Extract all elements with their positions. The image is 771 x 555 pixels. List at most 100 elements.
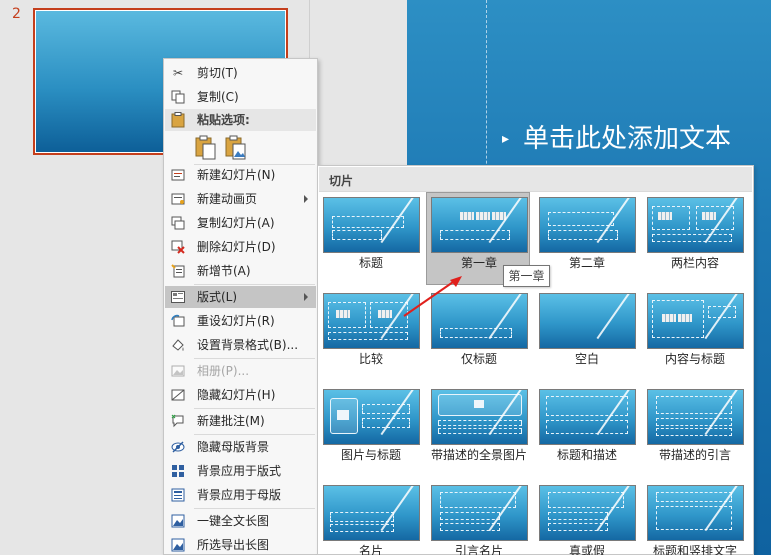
paste-keep-source-icon[interactable] xyxy=(195,135,217,161)
layout-label: 第二章 xyxy=(568,256,605,270)
menu-item-apply-background-to-master[interactable]: 背景应用于母版 xyxy=(165,484,316,506)
menu-item-label: 所选导出长图 xyxy=(197,538,270,552)
clipboard-icon xyxy=(170,112,186,128)
new-animation-page-icon xyxy=(170,191,186,207)
layout-label: 内容与标题 xyxy=(664,352,725,366)
menu-item-label: 隐藏母版背景 xyxy=(197,440,270,454)
layout-label: 两栏内容 xyxy=(670,256,719,270)
layout-option-quote-with-caption[interactable]: 带描述的引言 xyxy=(643,385,747,478)
copy-icon xyxy=(170,89,186,105)
menu-item-label: 背景应用于版式 xyxy=(197,464,282,478)
layout-label: 标题和竖排文字 xyxy=(652,544,737,555)
menu-item-apply-background-to-layout[interactable]: 背景应用于版式 xyxy=(165,460,316,482)
layout-option-content-with-title[interactable]: 内容与标题 xyxy=(643,289,747,382)
layout-option-panoramic-picture[interactable]: 带描述的全景图片 xyxy=(427,385,531,478)
menu-item-label: 新建幻灯片(N) xyxy=(197,168,276,182)
layout-option-quote-card[interactable]: 引言名片 xyxy=(427,481,531,555)
layout-option-two-content[interactable]: 两栏内容 xyxy=(643,193,747,286)
layout-option-picture-with-title[interactable]: 图片与标题 xyxy=(319,385,423,478)
reset-slide-icon xyxy=(170,313,186,329)
layout-option-true-or-false[interactable]: 真或假 xyxy=(535,481,639,555)
new-section-icon xyxy=(170,263,186,279)
menu-separator xyxy=(194,434,315,435)
menu-item-label: 隐藏幻灯片(H) xyxy=(197,388,276,402)
layout-option-chapter-2[interactable]: 第二章 xyxy=(535,193,639,286)
menu-item-hide-slide[interactable]: 隐藏幻灯片(H) xyxy=(165,384,316,406)
layout-gallery: 切片 标题 第一章 第二章 两栏内容 比较 仅标题 空白 内容与标题 图片与标题… xyxy=(317,165,754,555)
layout-thumbnail xyxy=(539,485,636,541)
layout-thumbnail xyxy=(539,197,636,253)
menu-separator xyxy=(194,508,315,509)
menu-item-label: 复制(C) xyxy=(197,90,239,104)
layout-option-blank[interactable]: 空白 xyxy=(535,289,639,382)
menu-item-label: 删除幻灯片(D) xyxy=(197,240,276,254)
layout-option-title-vertical-text[interactable]: 标题和竖排文字 xyxy=(643,481,747,555)
layout-thumbnail xyxy=(647,197,744,253)
menu-separator xyxy=(194,284,315,285)
menu-item-new-slide[interactable]: 新建幻灯片(N) xyxy=(165,164,316,186)
layout-label: 引言名片 xyxy=(454,544,503,555)
layout-thumbnail xyxy=(431,485,528,541)
layout-label: 带描述的引言 xyxy=(658,448,731,462)
body-placeholder[interactable]: ▸ 单击此处添加文本 xyxy=(502,118,731,155)
menu-item-label: 新增节(A) xyxy=(197,264,251,278)
menu-item-new-comment[interactable]: 新建批注(M) xyxy=(165,410,316,432)
apply-bg-layout-icon xyxy=(170,463,186,479)
menu-item-label: 粘贴选项: xyxy=(197,113,250,127)
delete-slide-icon xyxy=(170,239,186,255)
menu-separator xyxy=(194,408,315,409)
menu-item-label: 新建动画页 xyxy=(197,192,258,206)
menu-item-copy[interactable]: 复制(C) xyxy=(165,86,316,108)
menu-item-label: 重设幻灯片(R) xyxy=(197,314,275,328)
paste-options xyxy=(195,135,255,161)
menu-item-duplicate-slide[interactable]: 复制幻灯片(A) xyxy=(165,212,316,234)
slide-number: 2 xyxy=(12,6,21,22)
menu-item-cut[interactable]: ✂ 剪切(T) xyxy=(165,62,316,84)
format-background-icon xyxy=(170,337,186,353)
menu-item-label: 设置背景格式(B)... xyxy=(197,338,299,352)
layout-option-title-and-caption[interactable]: 标题和描述 xyxy=(535,385,639,478)
menu-item-layout[interactable]: 版式(L) xyxy=(165,286,316,308)
menu-item-reset-slide[interactable]: 重设幻灯片(R) xyxy=(165,310,316,332)
album-icon xyxy=(170,363,186,379)
context-menu: ✂ 剪切(T) 复制(C) 粘贴选项: 新建幻灯片(N) 新建动画页 复制幻灯片… xyxy=(163,58,318,555)
duplicate-slide-icon xyxy=(170,215,186,231)
layout-label: 比较 xyxy=(358,352,383,366)
menu-item-new-animation-page[interactable]: 新建动画页 xyxy=(165,188,316,210)
menu-item-long-image[interactable]: 一键全文长图 xyxy=(165,510,316,532)
menu-item-export-long-image[interactable]: 所选导出长图 xyxy=(165,534,316,555)
apply-bg-master-icon xyxy=(170,487,186,503)
menu-item-label: 背景应用于母版 xyxy=(197,488,282,502)
menu-item-new-section[interactable]: 新增节(A) xyxy=(165,260,316,282)
layout-label: 图片与标题 xyxy=(340,448,401,462)
layout-thumbnail xyxy=(431,197,528,253)
menu-item-label: 新建批注(M) xyxy=(197,414,265,428)
menu-item-hide-master-background[interactable]: 隐藏母版背景 xyxy=(165,436,316,458)
layout-thumbnail xyxy=(647,389,744,445)
layout-thumbnail xyxy=(647,293,744,349)
layout-thumbnail xyxy=(323,389,420,445)
menu-item-label: 复制幻灯片(A) xyxy=(197,216,275,230)
export-long-image-icon xyxy=(170,537,186,553)
scissors-icon: ✂ xyxy=(172,66,184,80)
paste-as-picture-icon[interactable] xyxy=(225,135,247,161)
layout-thumbnail xyxy=(647,485,744,541)
paste-options-header: 粘贴选项: xyxy=(165,109,316,131)
menu-item-format-background[interactable]: 设置背景格式(B)... xyxy=(165,334,316,356)
menu-item-album: 相册(P)... xyxy=(165,360,316,382)
gallery-header-label: 切片 xyxy=(329,174,354,188)
menu-item-label: 一键全文长图 xyxy=(197,514,270,528)
menu-item-label: 相册(P)... xyxy=(197,364,250,378)
layout-label: 空白 xyxy=(574,352,599,366)
layout-icon xyxy=(170,289,186,305)
new-slide-icon xyxy=(170,167,186,183)
layout-label: 带描述的全景图片 xyxy=(430,448,527,462)
layout-option-name-card[interactable]: 名片 xyxy=(319,481,423,555)
menu-item-label: 版式(L) xyxy=(197,290,238,304)
layout-label: 仅标题 xyxy=(460,352,497,366)
layout-thumbnail xyxy=(323,197,420,253)
layout-thumbnail xyxy=(539,389,636,445)
layout-label: 标题和描述 xyxy=(556,448,617,462)
menu-item-delete-slide[interactable]: 删除幻灯片(D) xyxy=(165,236,316,258)
long-image-icon xyxy=(170,513,186,529)
